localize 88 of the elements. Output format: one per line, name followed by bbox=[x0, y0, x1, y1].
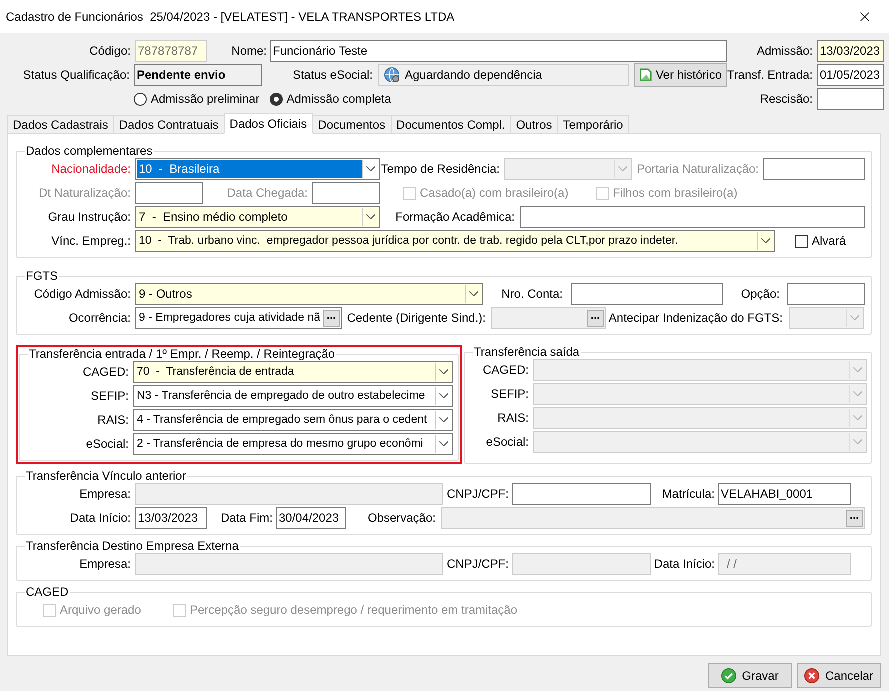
field-label: Cedente (Dirigente Sind.): bbox=[346, 310, 487, 327]
text-field[interactable] bbox=[787, 283, 865, 305]
field-label: Portaria Naturalização: bbox=[636, 161, 760, 178]
group-title: Transferência Destino Empresa Externa bbox=[25, 539, 240, 553]
field-label: Status Qualificação: bbox=[22, 67, 131, 84]
field-label: Data Início: bbox=[69, 510, 132, 527]
field-label: Admissão: bbox=[756, 43, 814, 60]
lookup-field[interactable]: 9 - Empregadores cuja atividade nã ... bbox=[135, 307, 342, 329]
tab[interactable]: Dados Cadastrais bbox=[7, 115, 114, 134]
group-title: Transferência entrada / 1º Empr. / Reemp. / Reintegração bbox=[28, 347, 336, 361]
group-title: Transferência Vínculo anterior bbox=[25, 469, 188, 483]
field-label: Nome: bbox=[230, 43, 268, 60]
dropdown-field[interactable]: 7 - Ensino médio completo bbox=[135, 206, 380, 228]
cancel-button[interactable]: Cancelar bbox=[797, 663, 881, 688]
cancel-circle-icon bbox=[804, 668, 820, 684]
text-field[interactable] bbox=[817, 88, 884, 110]
field-label: CNPJ/CPF: bbox=[446, 486, 510, 503]
field-label: Código Admissão: bbox=[33, 286, 132, 303]
field-label: eSocial: bbox=[485, 434, 530, 451]
field-label: Grau Instrução: bbox=[47, 209, 132, 226]
text-field[interactable] bbox=[520, 206, 865, 228]
field-label: Vínc. Empreg.: bbox=[50, 233, 132, 250]
field-label: Empresa: bbox=[78, 556, 132, 573]
text-field[interactable] bbox=[312, 182, 380, 204]
field-label: CAGED: bbox=[82, 364, 130, 381]
field-label: SEFIP: bbox=[90, 388, 130, 405]
dropdown-field[interactable]: 2 - Transferência de empresa do mesmo grupo econômi bbox=[133, 433, 453, 455]
field-label: RAIS: bbox=[96, 412, 130, 429]
radio-label: Admissão completa bbox=[286, 91, 392, 108]
text-field[interactable]: 13/03/2023 bbox=[135, 507, 207, 529]
field-label: Data Início: bbox=[653, 556, 716, 573]
text-field[interactable]: 30/04/2023 bbox=[276, 507, 346, 529]
dropdown-field[interactable]: 10 - Trab. urbano vinc. empregador pessoa jurídica por contr. de trab. regido pela CLT,por prazo indeter. bbox=[135, 230, 775, 252]
group-title: Transferência saída bbox=[473, 345, 581, 359]
field-label: Transf. Entrada: bbox=[727, 67, 814, 84]
field-label: CNPJ/CPF: bbox=[446, 556, 510, 573]
field-label: Rescisão: bbox=[760, 91, 814, 108]
text-field[interactable]: Funcionário Teste bbox=[270, 40, 727, 62]
radio-button[interactable] bbox=[270, 92, 283, 106]
radio-label: Admissão preliminar bbox=[151, 91, 260, 108]
radio-button[interactable] bbox=[134, 92, 147, 106]
field-label: Código: bbox=[88, 43, 132, 60]
dropdown-field[interactable]: 70 - Transferência de entrada bbox=[133, 361, 453, 383]
field-label: Nacionalidade: bbox=[50, 161, 132, 178]
checkbox[interactable]: Alvará bbox=[795, 230, 846, 252]
text-field[interactable] bbox=[763, 158, 865, 180]
field-label: Status eSocial: bbox=[292, 67, 374, 84]
text-field[interactable]: 13/03/2023 bbox=[817, 40, 884, 62]
dropdown-field[interactable]: 9 - Outros bbox=[135, 283, 483, 305]
tab[interactable]: Dados Oficiais bbox=[224, 113, 314, 134]
group-title: CAGED bbox=[25, 585, 70, 599]
check-circle-icon bbox=[721, 668, 738, 684]
field-label: Matrícula: bbox=[661, 486, 716, 503]
field-label: Ocorrência: bbox=[68, 310, 132, 327]
field-label: Data Chegada: bbox=[226, 185, 309, 202]
text-field[interactable] bbox=[512, 483, 651, 505]
field-label: Empresa: bbox=[78, 486, 132, 503]
field-label: Observação: bbox=[366, 510, 437, 527]
text-field[interactable] bbox=[135, 182, 203, 204]
field-label: CAGED: bbox=[482, 362, 530, 379]
field-label: Formação Acadêmica: bbox=[394, 209, 516, 226]
status-field: Pendente envio bbox=[134, 64, 262, 86]
ellipsis-button[interactable]: ... bbox=[323, 310, 340, 326]
dropdown-field[interactable]: N3 - Transferência de empregado de outro estabelecime bbox=[133, 385, 453, 407]
field-label: Data Fim: bbox=[220, 510, 274, 527]
group-title: FGTS bbox=[25, 269, 59, 283]
tab[interactable]: Temporário bbox=[557, 115, 630, 134]
save-button[interactable]: Gravar bbox=[708, 663, 792, 688]
window-title: Cadastro de Funcionários 25/04/2023 - [VELATEST] - VELA TRANSPORTES LTDA bbox=[6, 8, 455, 26]
text-field[interactable]: VELAHABI_0001 bbox=[718, 483, 851, 505]
status-text: Aguardando dependência bbox=[405, 67, 542, 84]
dropdown-field[interactable]: 4 - Transferência de empregado sem ônus para o cedent bbox=[133, 409, 453, 431]
tab[interactable]: Documentos Compl. bbox=[390, 115, 512, 134]
history-button[interactable]: Ver histórico bbox=[634, 63, 727, 87]
group-title: Dados complementares bbox=[25, 144, 154, 158]
field-label: Dt Naturalização: bbox=[38, 185, 132, 202]
document-icon bbox=[639, 67, 653, 83]
field-label: eSocial: bbox=[85, 436, 130, 453]
field-label: Nro. Conta: bbox=[500, 286, 564, 303]
field-label: Antecipar Indenização do FGTS: bbox=[608, 310, 784, 327]
dropdown-field[interactable]: 10 - Brasileira bbox=[135, 158, 380, 180]
field-label: RAIS: bbox=[496, 410, 530, 427]
field-label: Tempo de Residência: bbox=[380, 161, 501, 178]
field-label: SEFIP: bbox=[490, 386, 530, 403]
field-label: Opção: bbox=[740, 286, 781, 303]
globe-gear-icon bbox=[384, 67, 400, 83]
text-field[interactable] bbox=[571, 283, 723, 305]
text-field[interactable]: 01/05/2023 bbox=[817, 64, 884, 86]
